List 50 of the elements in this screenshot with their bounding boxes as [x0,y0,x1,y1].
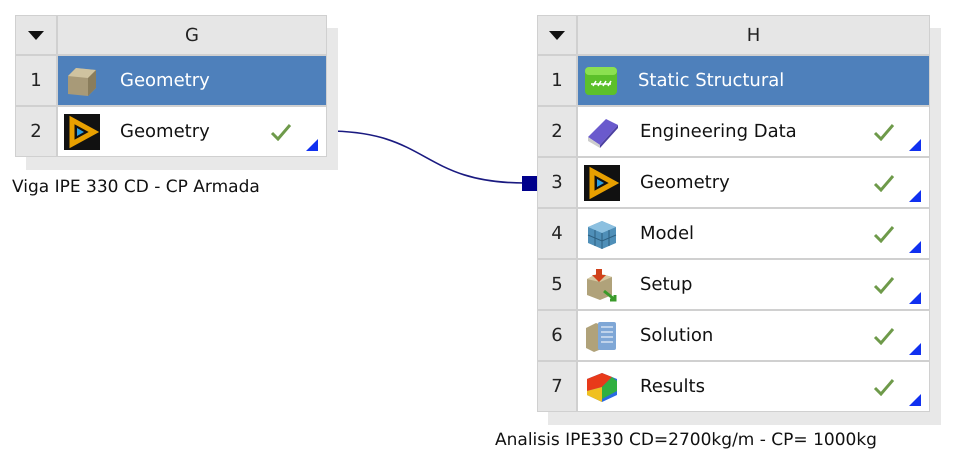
cell-label: Results [640,376,705,397]
system-cell[interactable]: Static Structural [578,56,929,105]
system-letter: H [578,16,929,54]
row-number: 4 [538,209,576,258]
corner-triangle-icon[interactable] [909,292,921,304]
row-number: 2 [16,107,56,156]
system-caption[interactable]: Viga IPE 330 CD - CP Armada [12,177,327,197]
checkmark-icon [873,378,895,396]
system-cell[interactable]: Geometry [58,107,326,156]
system-cell[interactable]: Engineering Data [578,107,929,156]
system-caption[interactable]: Analisis IPE330 CD=2700kg/m - CP= 1000kg [495,430,930,450]
row-number: 7 [538,362,576,411]
corner-triangle-icon[interactable] [909,190,921,202]
dropdown-icon[interactable] [549,30,565,40]
cell-label: Geometry [640,172,730,193]
cell-label: Geometry [120,70,210,91]
cell-label: Model [640,223,694,244]
corner-triangle-icon[interactable] [909,394,921,406]
checkmark-icon [873,276,895,294]
system-cell[interactable]: Results [578,362,929,411]
checkmark-icon [873,326,895,344]
cell-label: Solution [640,325,714,346]
row-number: 2 [538,107,576,156]
checkmark-icon [873,224,895,242]
support-tile-icon [584,66,618,96]
corner-triangle-icon[interactable] [909,139,921,151]
row-number: 1 [538,56,576,105]
cell-label: Geometry [120,121,210,142]
cell-label: Static Structural [638,70,784,91]
system-cell[interactable]: Geometry [578,158,929,207]
checkmark-icon [873,174,895,192]
play-logo-icon [64,114,100,150]
corner-triangle-icon[interactable] [909,241,921,253]
play-logo-icon [584,164,620,200]
row-number: 3 [538,158,576,207]
corner-triangle-icon[interactable] [909,343,921,355]
cell-label: Engineering Data [640,121,797,142]
row-number: 6 [538,311,576,360]
checkmark-icon [873,122,895,140]
system-letter: G [58,16,326,54]
corner-triangle-icon[interactable] [306,139,318,151]
row-number: 1 [16,56,56,105]
checkmark-icon [270,122,292,140]
system-cell[interactable]: Setup [578,260,929,309]
row-number: 5 [538,260,576,309]
system-cell[interactable]: Model [578,209,929,258]
system-cell[interactable]: Geometry [58,56,326,105]
dropdown-icon[interactable] [28,30,44,40]
cell-label: Setup [640,274,692,295]
system-cell[interactable]: Solution [578,311,929,360]
